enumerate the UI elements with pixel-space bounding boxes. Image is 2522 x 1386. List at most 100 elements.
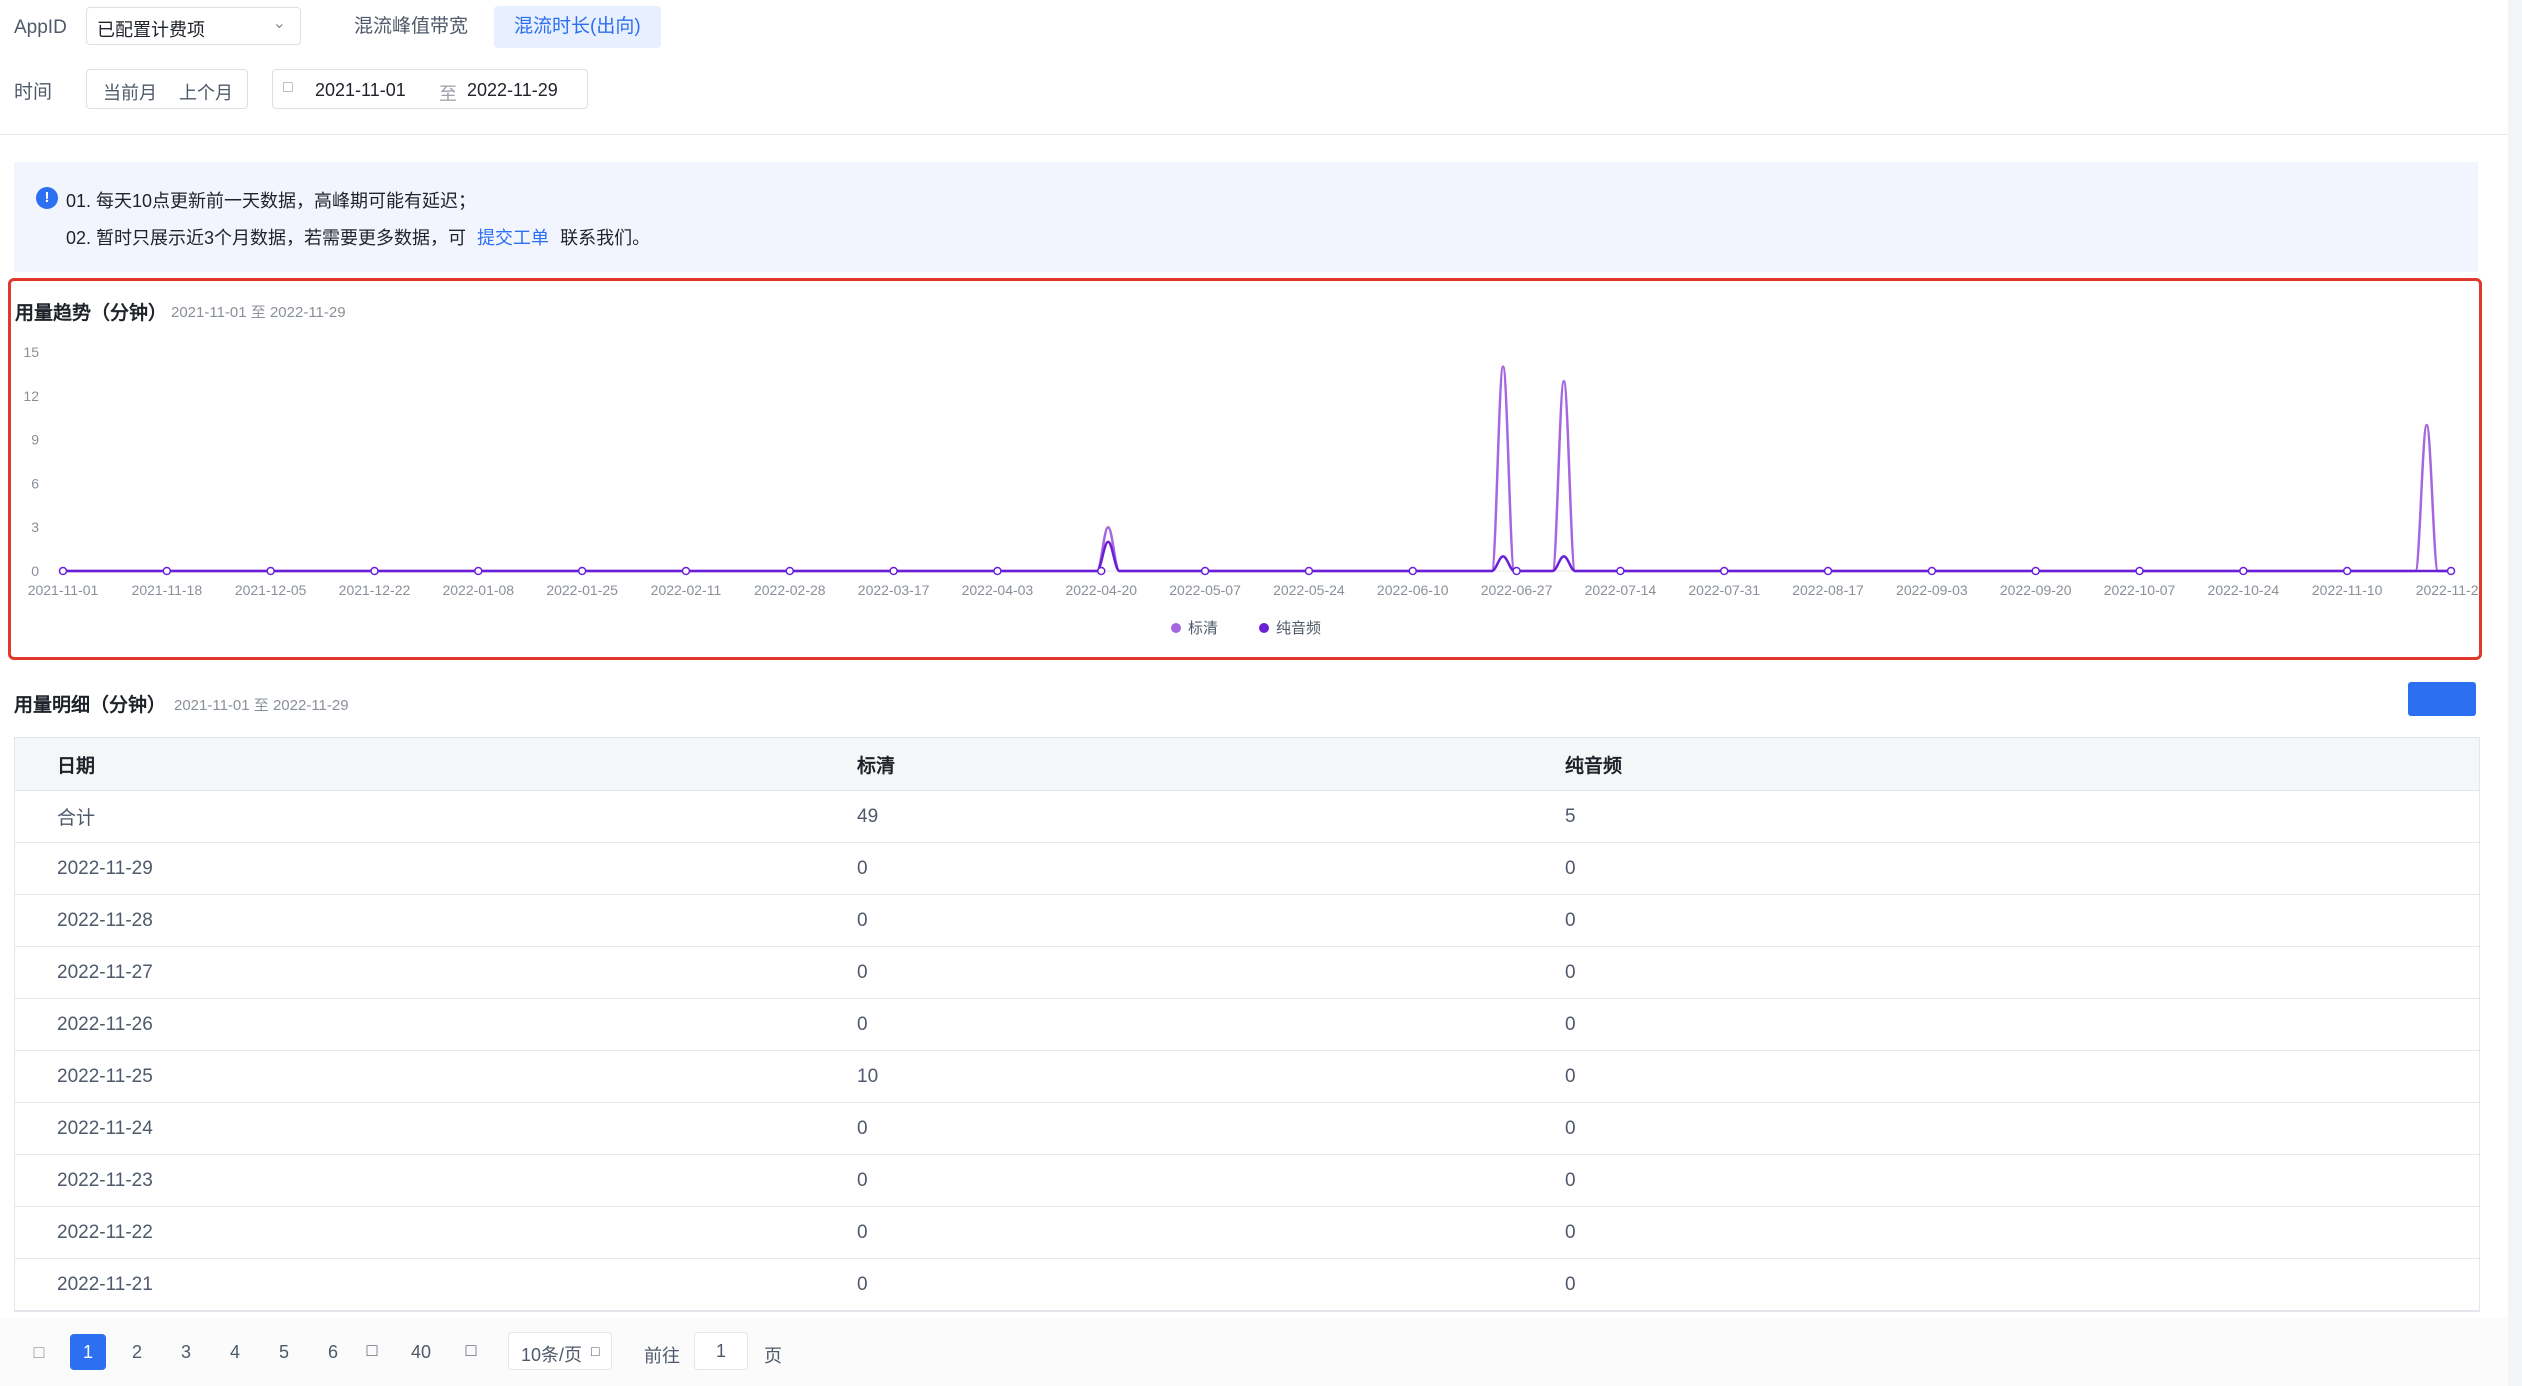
- x-tick-label: 2022-01-08: [442, 582, 514, 598]
- y-tick-label: 15: [23, 344, 39, 360]
- data-point: [474, 566, 483, 576]
- export-button[interactable]: [2408, 682, 2476, 716]
- chevron-right-icon[interactable]: □: [456, 1332, 486, 1368]
- page-4[interactable]: 4: [217, 1334, 253, 1370]
- data-point: [681, 566, 691, 576]
- goto-input-value: 1: [715, 1341, 726, 1361]
- table-row: 2022-11-29 0 0: [15, 842, 2479, 895]
- detail-title: 用量明细（分钟）: [14, 695, 167, 716]
- more-icon[interactable]: □: [360, 1332, 384, 1368]
- x-tick-label: 2022-04-03: [962, 582, 1034, 598]
- appid-label: AppID: [14, 17, 67, 38]
- y-tick-label: 9: [31, 432, 39, 448]
- chevron-left-icon[interactable]: □: [24, 1334, 54, 1370]
- data-point: [1927, 566, 1937, 576]
- table-row: 2022-11-24 0 0: [15, 1102, 2479, 1155]
- x-tick-label: 2022-05-24: [1273, 582, 1345, 598]
- quick-range-last-month[interactable]: 上个月: [179, 79, 233, 105]
- y-tick-label: 3: [31, 519, 39, 535]
- metric-tabs: 混流峰值带宽 混流时长(出向): [334, 6, 661, 48]
- quick-range-current-month[interactable]: 当前月: [103, 79, 157, 105]
- notice-panel: ! 01. 每天10点更新前一天数据，高峰期可能有延迟； 02. 暂时只展示近3…: [14, 162, 2478, 272]
- series-line-1: [63, 540, 2451, 573]
- x-tick-label: 2021-12-22: [339, 582, 411, 598]
- page-size-value: 10条/页: [521, 1345, 583, 1365]
- cell-sd: 0: [815, 1154, 1523, 1207]
- table-row: 2022-11-22 0 0: [15, 1206, 2479, 1259]
- tab-mix-duration-out[interactable]: 混流时长(出向): [494, 6, 661, 48]
- detail-table: 日期 标清 纯音频 合计 49 5 2022-11-29 0 0 2022-11-28 0 0 2…: [14, 737, 2480, 1312]
- cell-date: 2022-11-27: [15, 946, 815, 999]
- cell-audio: 0: [1523, 1050, 2479, 1103]
- x-tick-label: 2022-09-03: [1896, 582, 1968, 598]
- page-last[interactable]: 40: [402, 1334, 440, 1370]
- page-6[interactable]: 6: [315, 1334, 351, 1370]
- data-point: [266, 566, 275, 576]
- goto-label: 前往: [644, 1346, 680, 1366]
- page-size-select[interactable]: 10条/页 □: [508, 1332, 612, 1370]
- page-3[interactable]: 3: [168, 1334, 204, 1370]
- column-header-sd: 标清: [815, 738, 1523, 791]
- data-point: [2135, 566, 2144, 576]
- data-point: [1616, 566, 1625, 576]
- time-label: 时间: [14, 82, 53, 103]
- y-tick-label: 12: [23, 388, 39, 404]
- notice-line-2-prefix: 02. 暂时只展示近3个月数据，若需要更多数据，可: [66, 228, 467, 248]
- cell-audio: 0: [1523, 842, 2479, 895]
- data-point: [577, 566, 587, 576]
- date-start[interactable]: 2021-11-01: [315, 80, 406, 101]
- appid-select-value: 已配置计费项: [97, 20, 205, 40]
- x-tick-label: 2022-03-17: [858, 582, 930, 598]
- tab-peak-bandwidth[interactable]: 混流峰值带宽: [334, 6, 488, 48]
- page-1[interactable]: 1: [70, 1334, 106, 1370]
- data-point: [162, 566, 172, 576]
- cell-audio: 0: [1523, 1206, 2479, 1259]
- legend-marker-1: [1259, 623, 1269, 633]
- cell-date: 2022-11-24: [15, 1102, 815, 1155]
- notice-line-2-suffix: 联系我们。: [560, 228, 651, 248]
- detail-range: 2021-11-01 至 2022-11-29: [174, 697, 349, 714]
- data-point: [2031, 566, 2040, 576]
- goto-input[interactable]: 1: [694, 1332, 748, 1370]
- submit-ticket-link[interactable]: 提交工单: [477, 228, 549, 248]
- cell-sd: 0: [815, 894, 1523, 947]
- cell-date: 2022-11-28: [15, 894, 815, 947]
- cell-audio: 0: [1523, 1154, 2479, 1207]
- cell-audio: 0: [1523, 1258, 2479, 1311]
- date-end[interactable]: 2022-11-29: [467, 80, 558, 101]
- cell-sd: 10: [815, 1050, 1523, 1103]
- cell-date: 2022-11-22: [15, 1206, 815, 1259]
- x-tick-label: 2022-02-11: [651, 582, 722, 598]
- notice-line-1: 01. 每天10点更新前一天数据，高峰期可能有延迟；: [66, 191, 477, 211]
- x-tick-label: 2022-01-25: [546, 582, 618, 598]
- x-tick-label: 2022-11-27: [2416, 582, 2479, 598]
- legend-label-1: 纯音频: [1276, 620, 1321, 637]
- cell-sd: 49: [815, 790, 1523, 843]
- cell-date: 2022-11-29: [15, 842, 815, 895]
- cell-date: 2022-11-26: [15, 998, 815, 1051]
- page-2[interactable]: 2: [119, 1334, 155, 1370]
- column-header-date: 日期: [15, 738, 815, 791]
- data-point: [1719, 566, 1729, 576]
- column-header-audio: 纯音频: [1523, 738, 2479, 791]
- cell-date: 2022-11-21: [15, 1258, 815, 1311]
- table-row: 2022-11-25 10 0: [15, 1050, 2479, 1103]
- table-row: 2022-11-28 0 0: [15, 894, 2479, 947]
- appid-select[interactable]: 已配置计费项 ⌄: [86, 7, 301, 45]
- cell-date: 合计: [15, 790, 815, 843]
- cell-audio: 5: [1523, 790, 2479, 843]
- page-5[interactable]: 5: [266, 1334, 302, 1370]
- data-point: [1200, 566, 1210, 576]
- date-range-picker[interactable]: □ 2021-11-01 至 2022-11-29: [272, 69, 588, 109]
- cell-audio: 0: [1523, 894, 2479, 947]
- cell-audio: 0: [1523, 1102, 2479, 1155]
- x-tick-label: 2022-10-24: [2208, 582, 2280, 598]
- x-tick-label: 2021-11-18: [132, 582, 203, 598]
- data-point: [2446, 566, 2456, 576]
- data-point: [1823, 566, 1833, 576]
- cell-date: 2022-11-25: [15, 1050, 815, 1103]
- legend-marker-0: [1171, 623, 1181, 633]
- scrollbar[interactable]: [2508, 0, 2522, 1386]
- data-point: [889, 566, 898, 576]
- legend-label-0: 标清: [1188, 620, 1218, 637]
